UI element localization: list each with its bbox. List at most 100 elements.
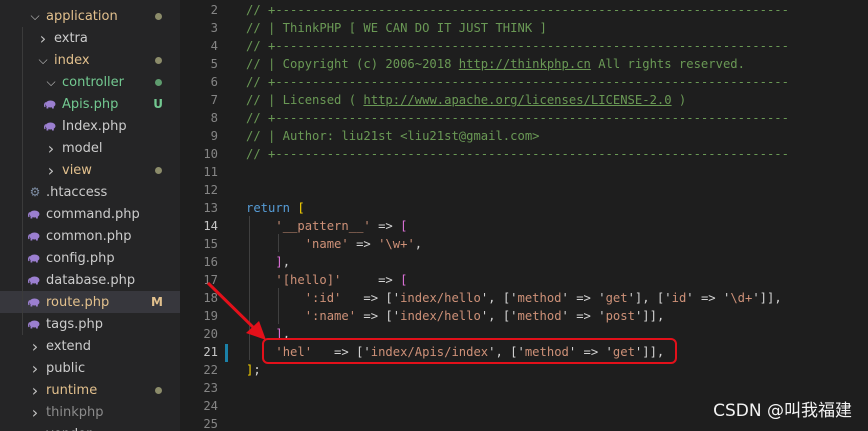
- code-token: [: [400, 219, 408, 233]
- code-line[interactable]: 'name' => '\w+',: [246, 235, 422, 253]
- explorer-item[interactable]: config.php: [0, 247, 180, 269]
- explorer-item[interactable]: › extend: [0, 335, 180, 357]
- code-line[interactable]: // +------------------------------------…: [246, 1, 789, 19]
- explorer-item-label: extend: [46, 338, 92, 354]
- code-line[interactable]: ':id' => ['index/hello', ['method' => 'g…: [246, 289, 782, 307]
- code-line[interactable]: ];: [246, 361, 261, 379]
- line-number: 13: [203, 201, 218, 215]
- chevron-right-icon: ›: [31, 402, 39, 422]
- code-line[interactable]: // | ThinkPHP [ WE CAN DO IT JUST THINK …: [246, 19, 547, 37]
- code-token: [: [297, 201, 305, 215]
- code-token: ]: [275, 255, 283, 269]
- chevron-down-icon: ⌵: [46, 74, 56, 89]
- code-token: ;: [253, 363, 261, 377]
- code-token: method: [517, 291, 562, 305]
- line-number: 21: [203, 345, 218, 359]
- code-token: =>: [341, 273, 401, 287]
- explorer-item[interactable]: ⌵ controller: [0, 71, 180, 93]
- code-token: // +------------------------------------…: [246, 3, 789, 17]
- code-token: method: [517, 309, 562, 323]
- chevron-right-icon: ›: [31, 358, 39, 378]
- explorer-item[interactable]: common.php: [0, 225, 180, 247]
- code-line[interactable]: '[hello]' => [: [246, 271, 407, 289]
- code-token: ':id': [304, 291, 342, 305]
- code-token: =>: [348, 237, 379, 251]
- explorer-item[interactable]: Apis.php U: [0, 93, 180, 115]
- chevron-right-icon: ›: [31, 336, 39, 356]
- explorer-item-label: .htaccess: [46, 184, 108, 200]
- explorer-item[interactable]: route.php M: [0, 291, 180, 313]
- chevron-right-icon: ›: [47, 160, 55, 180]
- code-token: post: [605, 309, 635, 323]
- line-number: 5: [210, 57, 218, 71]
- code-line[interactable]: '__pattern__' => [: [246, 217, 407, 235]
- code-line[interactable]: // | Licensed ( http://www.apache.org/li…: [246, 91, 686, 109]
- code-token: ':name': [304, 309, 357, 323]
- code-line[interactable]: return [: [246, 199, 305, 217]
- explorer-item[interactable]: › thinkphp: [0, 401, 180, 423]
- explorer-item[interactable]: ⚙ .htaccess: [0, 181, 180, 203]
- line-number: 24: [203, 399, 218, 413]
- code-token: ,: [414, 237, 423, 251]
- code-token: '\w+': [378, 237, 415, 251]
- explorer-item-label: thinkphp: [46, 404, 104, 420]
- code-line[interactable]: // +------------------------------------…: [246, 145, 789, 163]
- explorer-item[interactable]: › extra: [0, 27, 180, 49]
- explorer-item-label: tags.php: [46, 316, 103, 332]
- explorer-item[interactable]: › view: [0, 159, 180, 181]
- highlight-annotation-box: [262, 338, 677, 364]
- explorer-item[interactable]: › runtime: [0, 379, 180, 401]
- code-line[interactable]: // +------------------------------------…: [246, 109, 789, 127]
- gear-icon: ⚙: [29, 185, 41, 199]
- explorer-item[interactable]: Index.php: [0, 115, 180, 137]
- code-token: ']],: [634, 309, 665, 323]
- explorer-item[interactable]: ⌵ application: [0, 5, 180, 27]
- line-number: 6: [210, 75, 218, 89]
- php-elephant-icon: [28, 232, 40, 241]
- explorer-item[interactable]: database.php: [0, 269, 180, 291]
- line-number: 17: [203, 273, 218, 287]
- explorer-item-label: controller: [62, 74, 125, 90]
- line-number: 2: [210, 3, 218, 17]
- code-line[interactable]: // +------------------------------------…: [246, 73, 789, 91]
- git-status-badge: M: [151, 295, 163, 309]
- explorer-item-label: command.php: [46, 206, 140, 222]
- php-elephant-icon: [28, 210, 40, 219]
- explorer-item-label: common.php: [46, 228, 132, 244]
- code-line[interactable]: // | Author: liu21st <liu21st@gmail.com>: [246, 127, 540, 145]
- line-number: 10: [203, 147, 218, 161]
- line-number: 22: [203, 363, 218, 377]
- line-number: 25: [203, 417, 218, 431]
- watermark: CSDN @叫我福建: [713, 401, 852, 421]
- code-editor[interactable]: 2 // +-----------------------------------…: [180, 0, 868, 431]
- explorer-item[interactable]: tags.php: [0, 313, 180, 335]
- code-token: 'name': [304, 237, 349, 251]
- line-number: 11: [203, 165, 218, 179]
- explorer-item[interactable]: ⌵ index: [0, 49, 180, 71]
- explorer-item-label: database.php: [46, 272, 136, 288]
- explorer-item[interactable]: command.php: [0, 203, 180, 225]
- explorer-item[interactable]: › vendor: [0, 423, 180, 431]
- code-line[interactable]: // +------------------------------------…: [246, 37, 789, 55]
- explorer-item[interactable]: › public: [0, 357, 180, 379]
- line-number: 7: [210, 93, 218, 107]
- code-token: '[hello]': [275, 273, 342, 287]
- line-number: 20: [203, 327, 218, 341]
- code-token: // +------------------------------------…: [246, 111, 789, 125]
- code-line[interactable]: // | Copyright (c) 2006~2018 http://thin…: [246, 55, 745, 73]
- chevron-right-icon: ›: [39, 28, 47, 48]
- php-elephant-icon: [44, 100, 56, 109]
- code-line[interactable]: ':name' => ['index/hello', ['method' => …: [246, 307, 665, 325]
- code-token: =>: [370, 219, 401, 233]
- explorer-item[interactable]: › model: [0, 137, 180, 159]
- code-line[interactable]: ],: [246, 253, 290, 271]
- code-token: ', [': [480, 291, 518, 305]
- line-number: 15: [203, 237, 218, 251]
- code-token: '], [': [627, 291, 672, 305]
- chevron-right-icon: ›: [47, 138, 55, 158]
